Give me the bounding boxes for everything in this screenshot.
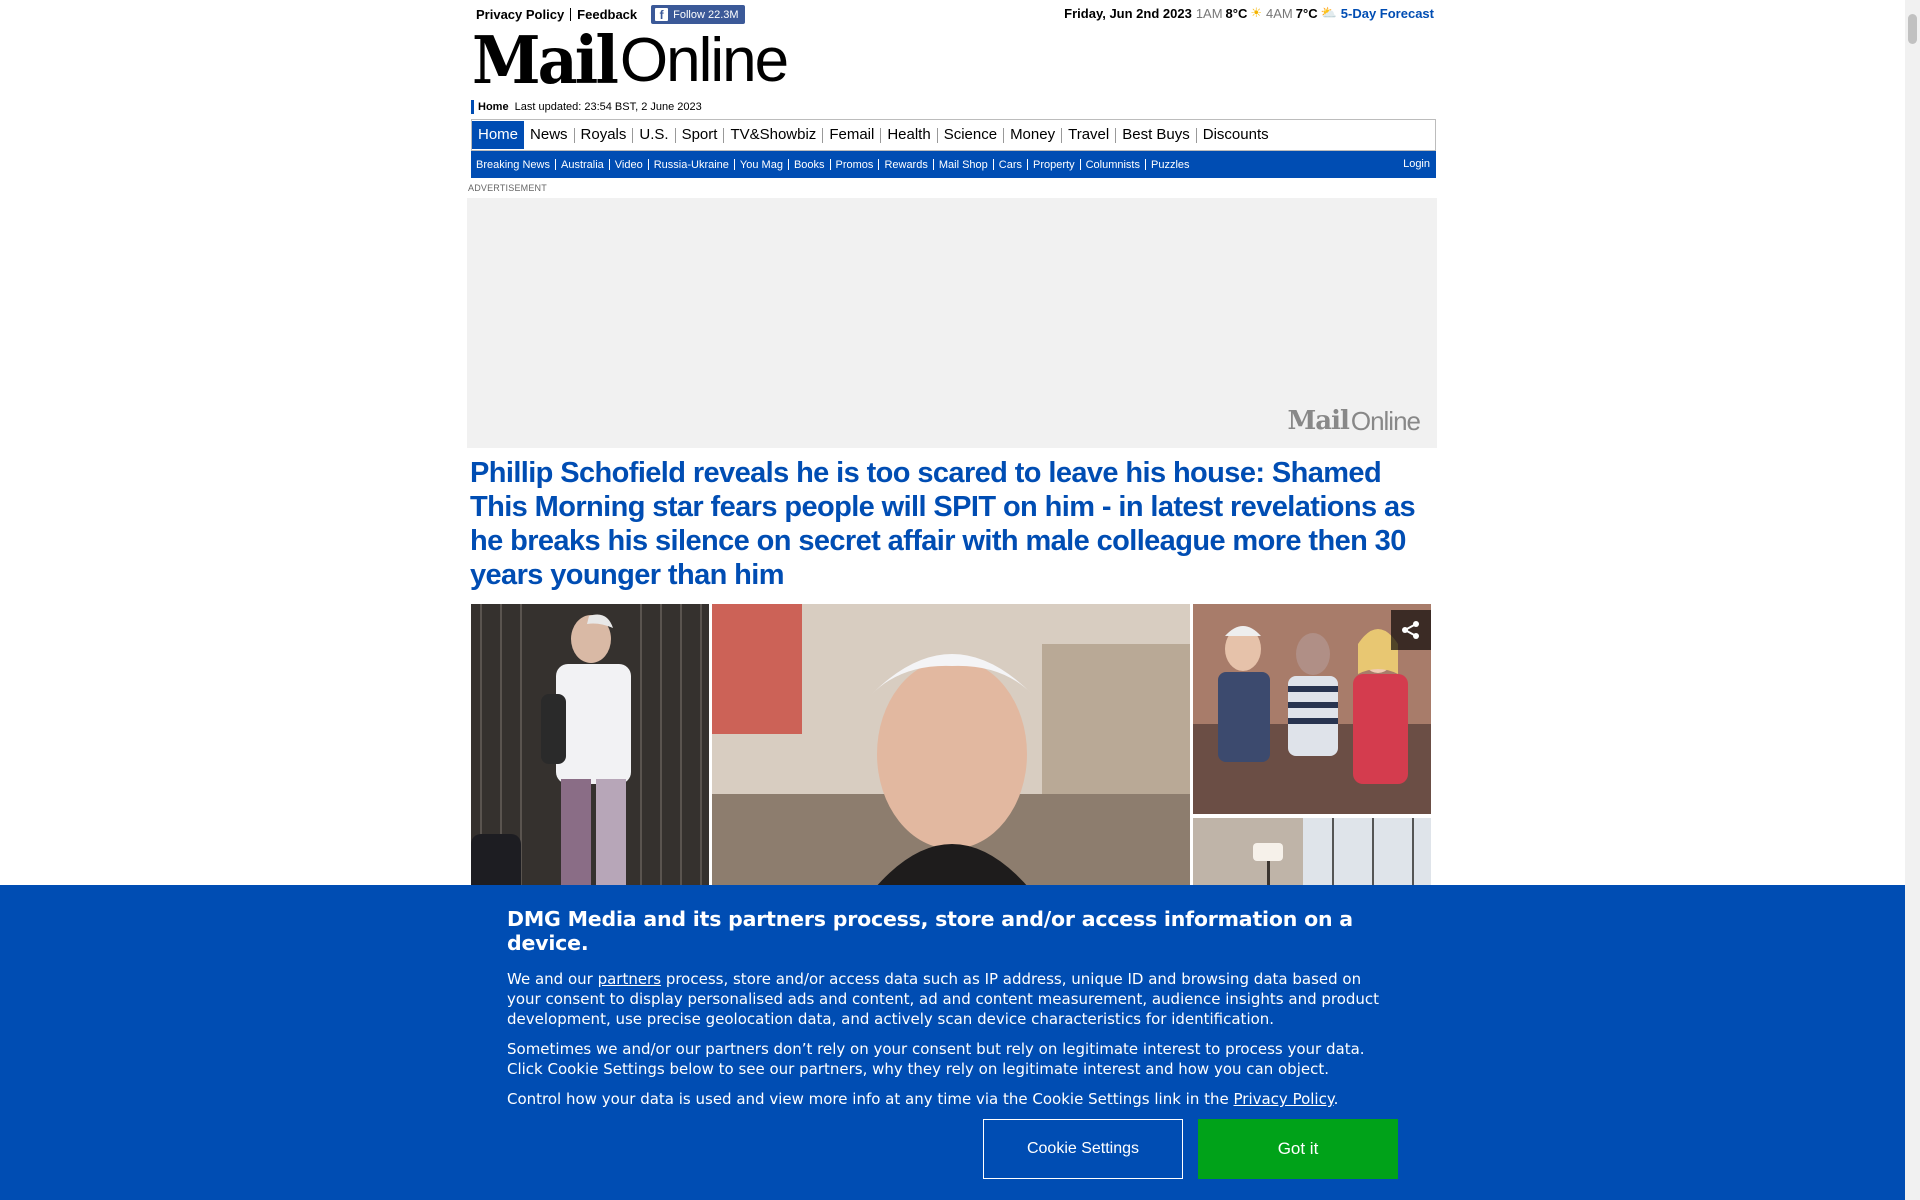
interview-photo (712, 604, 1190, 904)
nav-item-royals[interactable]: Royals (575, 120, 633, 150)
nav-item-travel[interactable]: Travel (1062, 120, 1115, 150)
logo-online: Online (619, 26, 789, 95)
subnav-item-property[interactable]: Property (1028, 159, 1080, 171)
advertisement-label: ADVERTISEMENT (468, 183, 547, 193)
nav-item-health[interactable]: Health (881, 120, 936, 150)
consent-privacy-policy-link[interactable]: Privacy Policy (1234, 1090, 1334, 1108)
logo-mail: Mail (472, 22, 619, 99)
main-nav: Home News Royals U.S. Sport TV&Showbiz F… (471, 119, 1436, 151)
follow-label: Follow (673, 8, 705, 21)
nav-item-femail[interactable]: Femail (823, 120, 880, 150)
feedback-link[interactable]: Feedback (571, 7, 643, 22)
subnav-item-breaking-news[interactable]: Breaking News (471, 159, 555, 171)
share-icon (1402, 621, 1419, 639)
ad-logo-online: Online (1350, 406, 1421, 436)
facebook-follow-button[interactable]: f Follow 22.3M (651, 5, 745, 24)
ad-logo-mail: Mail (1287, 406, 1349, 436)
subnav-item-you-mag[interactable]: You Mag (735, 159, 788, 171)
nav-item-discounts[interactable]: Discounts (1197, 120, 1275, 150)
consent-paragraph-1: We and our partners process, store and/o… (507, 969, 1397, 1029)
weather-temp-2: 7°C (1295, 5, 1318, 21)
advertisement-banner[interactable]: Mail Online (467, 198, 1437, 448)
ad-placeholder-logo: Mail Online (1287, 406, 1421, 436)
weather-time-2: 4AM (1266, 5, 1293, 21)
consent-paragraph-3: Control how your data is used and view m… (507, 1089, 1397, 1109)
article-image-studio[interactable] (1193, 604, 1431, 814)
subnav-item-promos[interactable]: Promos (831, 159, 879, 171)
consent-p3-after: . (1333, 1090, 1339, 1108)
subnav-item-cars[interactable]: Cars (994, 159, 1027, 171)
top-links: Privacy Policy Feedback f Follow 22.3M (476, 5, 745, 24)
nav-item-best-buys[interactable]: Best Buys (1116, 120, 1196, 150)
consent-p1-before: We and our (507, 970, 598, 988)
scrollbar-thumb[interactable] (1908, 14, 1917, 44)
article-image-interview[interactable] (712, 604, 1190, 904)
nav-item-money[interactable]: Money (1004, 120, 1061, 150)
subnav-item-rewards[interactable]: Rewards (879, 159, 932, 171)
partners-link[interactable]: partners (598, 970, 661, 988)
privacy-policy-link[interactable]: Privacy Policy (476, 7, 570, 22)
nav-item-home[interactable]: Home (472, 121, 525, 149)
cookie-settings-button[interactable]: Cookie Settings (983, 1119, 1183, 1179)
facebook-icon: f (655, 8, 669, 21)
subnav-item-video[interactable]: Video (610, 159, 648, 171)
weather-time-1: 1AM (1195, 5, 1223, 21)
mailonline-logo[interactable]: Mail Online (472, 22, 789, 99)
subnav-item-mail-shop[interactable]: Mail Shop (934, 159, 993, 171)
consent-content: DMG Media and its partners process, stor… (507, 907, 1397, 1119)
share-button[interactable] (1391, 610, 1431, 650)
login-link[interactable]: Login (1403, 158, 1430, 170)
current-date: Friday, Jun 2nd 2023 (1064, 5, 1192, 21)
five-day-forecast-link[interactable]: 5-Day Forecast (1341, 6, 1434, 21)
sub-nav: Breaking News Australia Video Russia-Ukr… (471, 151, 1436, 178)
subnav-item-puzzles[interactable]: Puzzles (1146, 159, 1195, 171)
cookie-consent-banner: DMG Media and its partners process, stor… (0, 885, 1905, 1200)
subnav-item-columnists[interactable]: Columnists (1081, 159, 1145, 171)
article-image-walking[interactable] (471, 604, 709, 904)
partly-cloudy-icon: ⛅ (1320, 5, 1337, 20)
article-headline[interactable]: Phillip Schofield reveals he is too scar… (470, 456, 1430, 592)
nav-item-us[interactable]: U.S. (633, 120, 674, 150)
consent-title: DMG Media and its partners process, stor… (507, 907, 1353, 955)
consent-paragraph-2: Sometimes we and/or our partners don’t r… (507, 1040, 1365, 1078)
nav-item-tvshowbiz[interactable]: TV&Showbiz (724, 120, 822, 150)
subnav-item-australia[interactable]: Australia (556, 159, 609, 171)
home-breadcrumb[interactable]: Home (478, 101, 509, 113)
follow-count: 22.3M (708, 8, 739, 21)
article-image-gallery (471, 604, 1431, 908)
scrollbar[interactable] (1905, 0, 1920, 1200)
subnav-item-russia-ukraine[interactable]: Russia-Ukraine (649, 159, 734, 171)
last-updated-text: Last updated: 23:54 BST, 2 June 2023 (514, 101, 702, 113)
consent-p3-before: Control how your data is used and view m… (507, 1090, 1234, 1108)
last-updated: Home Last updated: 23:54 BST, 2 June 202… (471, 100, 702, 114)
got-it-button[interactable]: Got it (1198, 1119, 1398, 1179)
weather-temp-1: 8°C (1225, 5, 1248, 21)
nav-item-science[interactable]: Science (938, 120, 1003, 150)
subnav-item-books[interactable]: Books (789, 159, 830, 171)
sun-icon: ☀ (1250, 5, 1263, 20)
nav-item-news[interactable]: News (524, 120, 574, 150)
weather-widget: Friday, Jun 2nd 2023 1AM 8°C ☀ 4AM 7°C ⛅… (1064, 5, 1434, 21)
walking-photo (471, 604, 709, 904)
nav-item-sport[interactable]: Sport (676, 120, 724, 150)
